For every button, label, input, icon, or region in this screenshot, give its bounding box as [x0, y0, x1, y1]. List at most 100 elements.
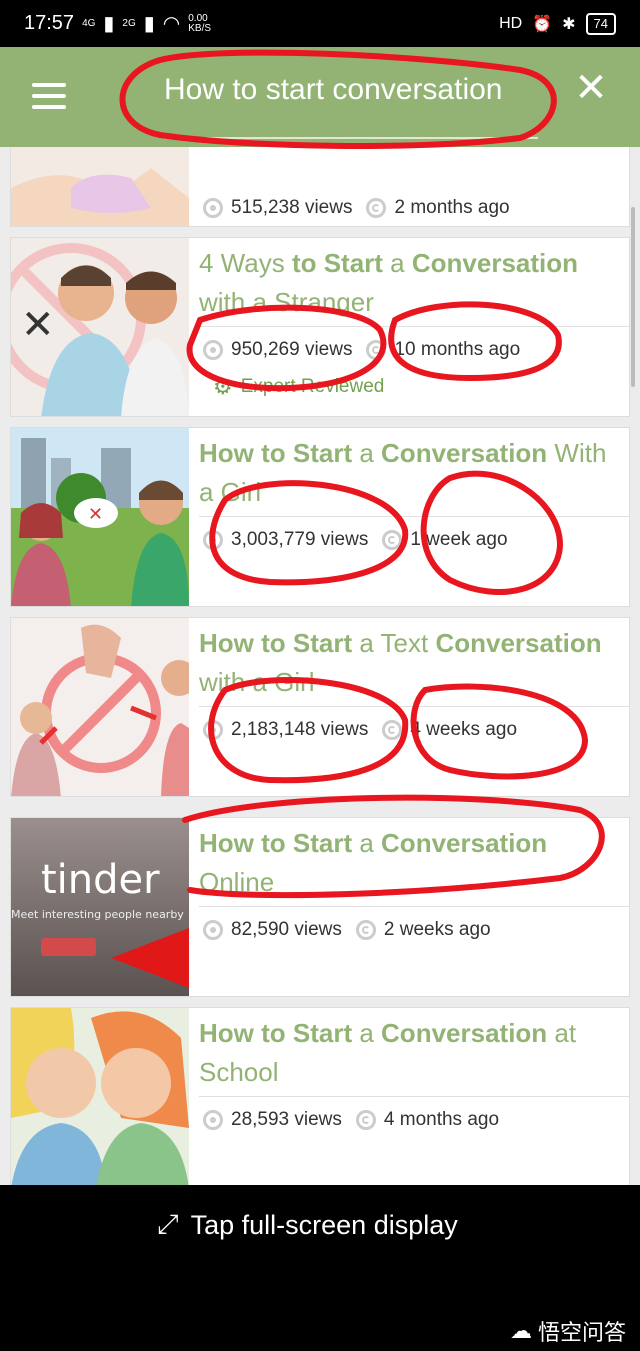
- time-ago: 4 weeks ago: [410, 719, 518, 740]
- list-item[interactable]: tinder Meet interesting people nearby Ho…: [10, 817, 630, 997]
- network-4g-indicator: 4G: [82, 17, 96, 29]
- article-thumbnail: [11, 1008, 189, 1185]
- title-part: Conversation: [411, 248, 579, 278]
- views-count: 82,590 views: [231, 919, 342, 940]
- time-ago: 2 weeks ago: [383, 919, 491, 940]
- article-thumbnail: [11, 147, 189, 226]
- thumb-logo-text: tinder: [41, 857, 160, 903]
- alarm-icon: ⏰: [532, 15, 553, 33]
- hd-indicator: HD: [499, 14, 523, 32]
- title-part: a: [352, 1018, 382, 1048]
- views-icon: [203, 340, 223, 360]
- list-item[interactable]: ✕ 4 Ways to Start a Conversation with a …: [10, 237, 630, 417]
- search-query[interactable]: How to start conversation: [164, 73, 502, 107]
- wifi-icon: ◠: [162, 13, 181, 35]
- views-count: 2,183,148 views: [231, 719, 369, 740]
- time-icon: [366, 340, 387, 360]
- article-meta: 82,590 views 2 weeks ago: [203, 910, 491, 950]
- menu-icon[interactable]: [32, 83, 66, 111]
- article-thumbnail: ✕: [11, 428, 189, 606]
- article-title[interactable]: How to Start a Text Conversation with a …: [199, 624, 627, 702]
- views-count: 3,003,779 views: [231, 529, 369, 550]
- views-icon: [203, 920, 223, 940]
- title-part: How to Start: [199, 438, 353, 468]
- views-count: 28,593 views: [231, 1109, 342, 1130]
- title-part: a: [352, 828, 382, 858]
- list-item[interactable]: ✕ How to Start a Conversation With a Gir…: [10, 427, 630, 607]
- article-title[interactable]: How to Start a Conversation Online: [199, 824, 627, 902]
- watermark: ☁ 悟空问答: [510, 1315, 626, 1347]
- watermark-text: 悟空问答: [537, 1320, 626, 1345]
- title-part: with a Stranger: [199, 287, 374, 317]
- title-part: How to Start: [199, 628, 353, 658]
- chat-bubble-icon: ☁: [509, 1318, 532, 1343]
- divider: [199, 1096, 629, 1097]
- list-item[interactable]: How to Start a Conversation at School 28…: [10, 1007, 630, 1185]
- title-part: Conversation: [381, 1018, 548, 1048]
- article-thumbnail: tinder Meet interesting people nearby: [11, 818, 189, 996]
- app-bar: How to start conversation ✕: [0, 47, 640, 147]
- divider: [199, 706, 629, 707]
- article-title[interactable]: How to Start a Conversation at School: [199, 1014, 627, 1092]
- thumb-tagline: Meet interesting people nearby: [11, 908, 184, 921]
- gear-icon: ⚙: [213, 374, 233, 399]
- search-underline: [164, 137, 538, 139]
- expert-label: Expert Reviewed: [240, 376, 385, 397]
- signal-icon: ▮: [143, 13, 155, 35]
- bottom-bar: ⤢ Tap full-screen display ☁ 悟空问答: [0, 1185, 640, 1351]
- article-title[interactable]: 4 Ways to Start a Conversation with a St…: [199, 244, 627, 322]
- views-icon: [203, 1110, 223, 1130]
- scrollbar[interactable]: [631, 207, 635, 387]
- title-part: to Start: [291, 248, 383, 278]
- svg-text:✕: ✕: [21, 302, 55, 348]
- title-part: 4 Ways: [199, 248, 292, 278]
- views-icon: [203, 198, 223, 218]
- expert-reviewed-badge: ⚙ Expert Reviewed: [213, 374, 384, 400]
- time-ago: 4 months ago: [383, 1109, 500, 1130]
- views-icon: [203, 530, 223, 550]
- time-ago: 10 months ago: [394, 339, 521, 360]
- title-part: with a Girl: [199, 667, 315, 697]
- time-icon: [366, 198, 387, 218]
- title-part: Conversation: [435, 628, 602, 658]
- title-part: How to Start: [199, 828, 353, 858]
- close-icon[interactable]: ✕: [574, 68, 608, 108]
- article-thumbnail: ✕: [11, 238, 189, 416]
- fullscreen-label: Tap full-screen display: [190, 1209, 458, 1240]
- article-thumbnail: [11, 618, 189, 796]
- bluetooth-icon: ✱: [562, 15, 576, 33]
- time-ago: 1 week ago: [410, 529, 508, 550]
- title-part: a: [352, 438, 382, 468]
- fullscreen-button[interactable]: ⤢ Tap full-screen display: [157, 1209, 458, 1241]
- title-part: a: [382, 248, 412, 278]
- title-part: Conversation: [381, 828, 548, 858]
- divider: [199, 906, 629, 907]
- status-bar: 17:57 4G ▮ 2G ▮ ◠ 0.00 KB/S HD ⏰ ✱ 74: [0, 0, 640, 47]
- article-title[interactable]: How to Start a Conversation With a Girl: [199, 434, 627, 512]
- article-meta: 950,269 views 10 months ago: [203, 330, 520, 370]
- results-list[interactable]: 515,238 views 2 months ago ✕ 4 Ways to S…: [0, 147, 640, 1185]
- list-item[interactable]: 515,238 views 2 months ago: [10, 147, 630, 227]
- time-ago: 2 months ago: [394, 197, 510, 218]
- network-speed: 0.00 KB/S: [188, 12, 212, 34]
- time-icon: [355, 1110, 376, 1130]
- title-part: Conversation: [381, 438, 548, 468]
- battery-indicator: 74: [585, 12, 616, 35]
- clock: 17:57: [24, 12, 75, 34]
- time-icon: [382, 720, 403, 740]
- expand-icon: ⤢: [157, 1209, 179, 1239]
- views-count: 515,238 views: [231, 197, 353, 218]
- divider: [199, 516, 629, 517]
- article-meta: 515,238 views 2 months ago: [203, 188, 510, 228]
- time-icon: [355, 920, 376, 940]
- title-part: a Text: [352, 628, 436, 658]
- svg-text:✕: ✕: [88, 504, 103, 525]
- signal-icon: ▮: [103, 13, 115, 35]
- time-icon: [382, 530, 403, 550]
- divider: [199, 326, 629, 327]
- network-2g-indicator: 2G: [122, 17, 136, 29]
- title-part: How to Start: [199, 1018, 353, 1048]
- article-meta: 2,183,148 views 4 weeks ago: [203, 710, 517, 750]
- list-item[interactable]: How to Start a Text Conversation with a …: [10, 617, 630, 797]
- article-meta: 28,593 views 4 months ago: [203, 1100, 499, 1140]
